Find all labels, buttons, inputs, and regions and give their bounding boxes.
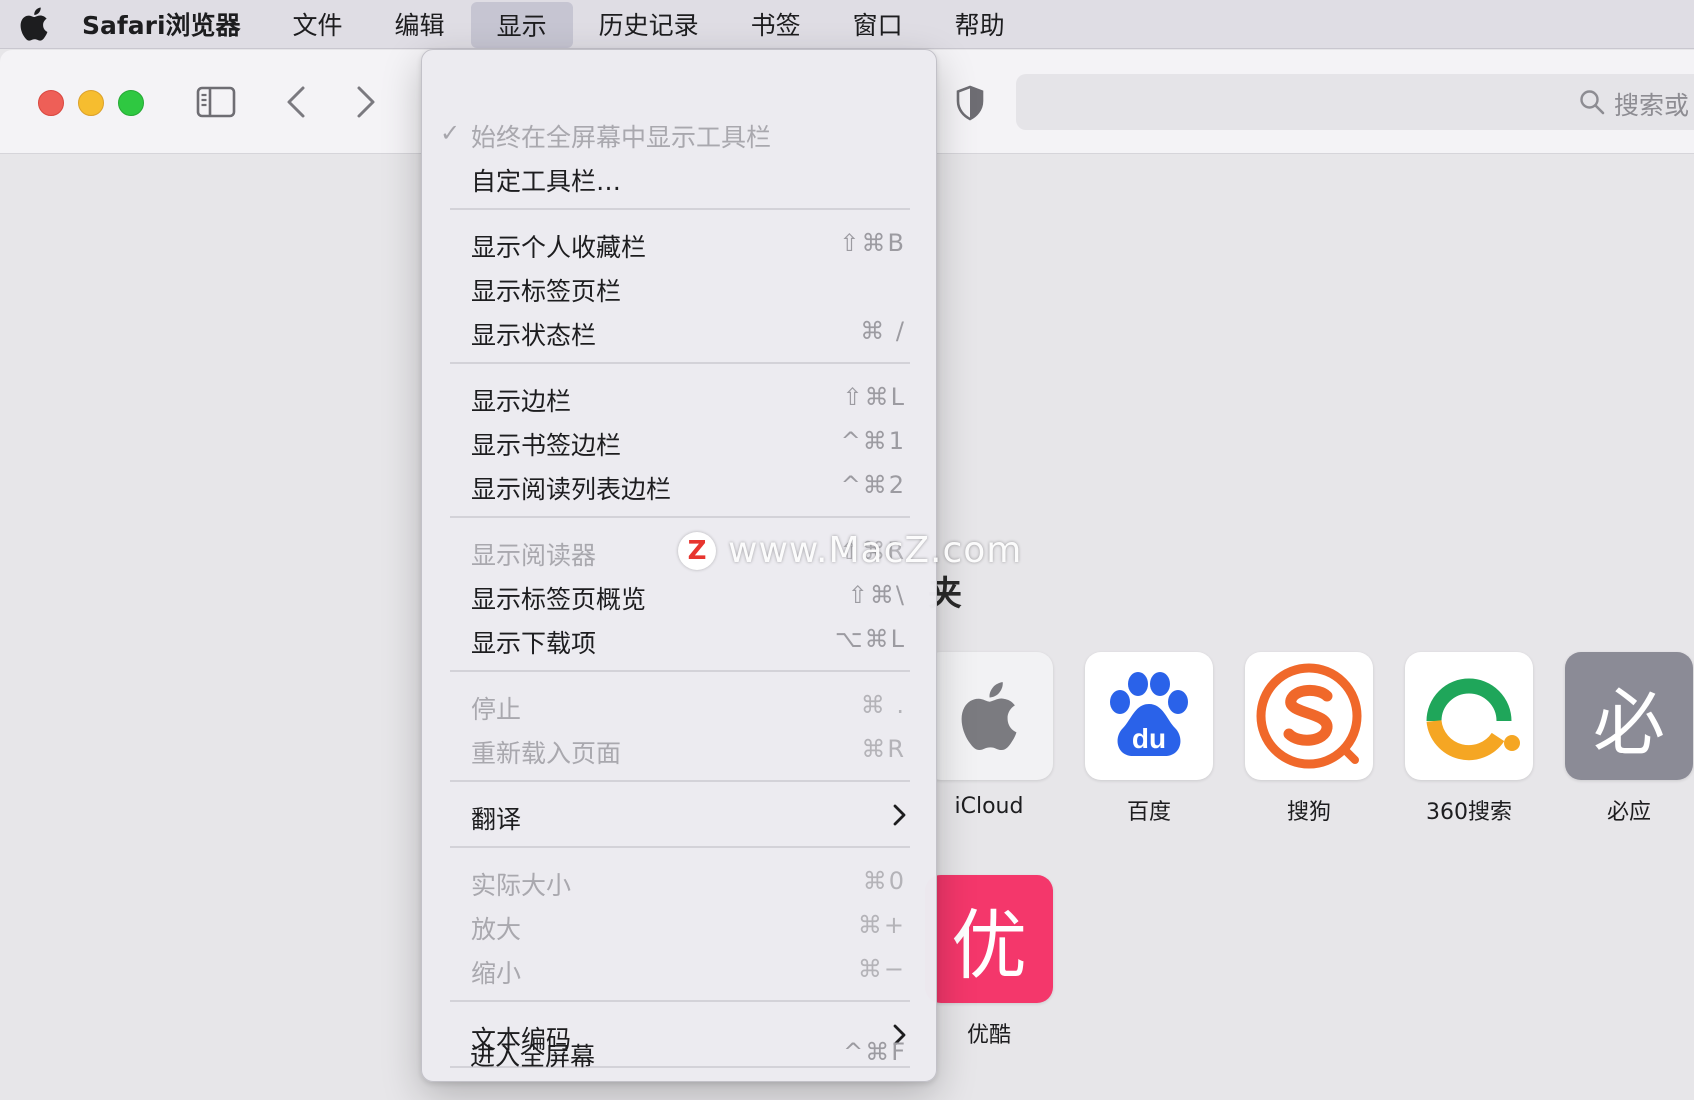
sogou-s-icon [1245, 652, 1373, 780]
menu-separator [450, 516, 910, 518]
menu-app-name[interactable]: Safari浏览器 [60, 0, 267, 49]
shortcut-label: ^⌘2 [840, 471, 906, 499]
shortcut-label: ⇧⌘L [842, 383, 906, 411]
minimize-window-button[interactable] [78, 90, 104, 116]
menu-separator [450, 846, 910, 848]
menu-bookmarks[interactable]: 书签 [725, 0, 827, 49]
menu-item-show-reading-list-sidebar[interactable]: 显示阅读列表边栏 ^⌘2 [422, 463, 936, 507]
menu-file[interactable]: 文件 [267, 0, 369, 49]
favorite-tile-baidu[interactable]: du 百度 [1085, 652, 1213, 826]
menu-item-show-tab-bar[interactable]: 显示标签页栏 [422, 265, 936, 309]
shortcut-label: ⌥⌘L [834, 625, 906, 653]
svg-text:du: du [1132, 723, 1166, 754]
back-chevron-icon[interactable] [278, 80, 314, 124]
apple-menu-icon[interactable] [8, 0, 60, 49]
shortcut-label: ⌘0 [862, 867, 906, 895]
menu-item-show-downloads[interactable]: 显示下载项 ⌥⌘L [422, 617, 936, 661]
apple-logo-icon [925, 652, 1053, 780]
shortcut-label: ^⌘F [843, 1038, 907, 1066]
address-placeholder: 搜索或 [1614, 91, 1690, 120]
menu-item-zoom-in[interactable]: 放大 ⌘+ [422, 903, 936, 947]
menu-view[interactable]: 显示 [470, 1, 573, 48]
bing-character-icon: 必 [1565, 652, 1693, 780]
favorite-tile-icloud[interactable]: iCloud [925, 652, 1053, 819]
360-ring-icon [1405, 652, 1533, 780]
menu-window[interactable]: 窗口 [827, 0, 929, 49]
shortcut-label: ⌘− [857, 955, 906, 983]
menu-item-actual-size[interactable]: 实际大小 ⌘0 [422, 859, 936, 903]
menu-item-zoom-out[interactable]: 缩小 ⌘− [422, 947, 936, 991]
menu-item-reload-page[interactable]: 重新载入页面 ⌘R [422, 727, 936, 771]
menu-edit[interactable]: 编辑 [369, 0, 471, 49]
watermark-text: www.MacZ.com [728, 530, 1023, 571]
shortcut-label: ⇧⌘B [839, 229, 906, 257]
favorite-tile-bing[interactable]: 必 必应 [1565, 652, 1693, 826]
menu-separator [450, 362, 910, 364]
close-window-button[interactable] [38, 90, 64, 116]
menu-item-show-sidebar[interactable]: 显示边栏 ⇧⌘L [422, 375, 936, 419]
macz-logo-icon: Z [678, 531, 716, 570]
menu-item-stop[interactable]: 停止 ⌘ . [422, 683, 936, 727]
favorite-label: 360搜索 [1426, 800, 1512, 825]
search-icon [1580, 90, 1605, 115]
privacy-shield-icon[interactable] [950, 80, 990, 126]
menu-item-show-favorites-bar[interactable]: 显示个人收藏栏 ⇧⌘B [422, 221, 936, 265]
shortcut-label: ^⌘1 [840, 427, 906, 455]
menu-separator [450, 208, 910, 210]
shortcut-label: ⌘+ [857, 911, 906, 939]
menu-item-show-status-bar[interactable]: 显示状态栏 ⌘ / [422, 309, 936, 353]
favorite-label: 必应 [1606, 800, 1651, 825]
favorite-tile-360[interactable]: 360搜索 [1405, 652, 1533, 826]
menu-item-customize-toolbar[interactable]: 自定工具栏… [422, 155, 936, 199]
menu-help[interactable]: 帮助 [929, 0, 1031, 49]
favorite-label: iCloud [954, 794, 1024, 819]
baidu-paw-icon: du [1085, 652, 1213, 780]
shortcut-label: ⌘R [861, 735, 906, 763]
menu-item-always-show-toolbar-fullscreen[interactable]: ✓ 始终在全屏幕中显示工具栏 [422, 111, 936, 155]
sidebar-toggle-icon[interactable] [192, 82, 240, 122]
shortcut-label: ⇧⌘\ [847, 581, 906, 609]
shortcut-label: ⌘ . [860, 691, 906, 719]
address-bar[interactable]: 搜索或 [1016, 74, 1694, 130]
menu-separator [450, 780, 910, 782]
menu-separator [450, 1000, 910, 1002]
zoom-window-button[interactable] [118, 90, 144, 116]
submenu-chevron-icon [893, 804, 906, 826]
watermark: Z www.MacZ.com [678, 530, 1022, 571]
forward-chevron-icon[interactable] [348, 80, 384, 124]
shortcut-label: ⌘ / [860, 317, 906, 345]
menu-history[interactable]: 历史记录 [573, 0, 725, 49]
favorite-tile-sogou[interactable]: 搜狗 [1245, 652, 1373, 826]
favorite-label: 优酷 [966, 1023, 1011, 1048]
menu-item-show-tab-overview[interactable]: 显示标签页概览 ⇧⌘\ [422, 573, 936, 617]
menu-item-translate[interactable]: 翻译 [422, 793, 936, 837]
menu-bar: Safari浏览器 文件 编辑 显示 历史记录 书签 窗口 帮助 [0, 0, 1694, 49]
youku-character-icon: 优 [925, 875, 1053, 1003]
menu-separator [450, 670, 910, 672]
favorite-tile-youku[interactable]: 优 优酷 [925, 875, 1053, 1049]
menu-item-show-bookmarks-sidebar[interactable]: 显示书签边栏 ^⌘1 [422, 419, 936, 463]
checkmark-icon: ✓ [440, 119, 461, 147]
favorite-label: 搜狗 [1286, 800, 1331, 825]
menu-item-enter-fullscreen[interactable]: 进入全屏幕 ^⌘F [421, 1030, 937, 1074]
favorite-label: 百度 [1126, 800, 1171, 825]
